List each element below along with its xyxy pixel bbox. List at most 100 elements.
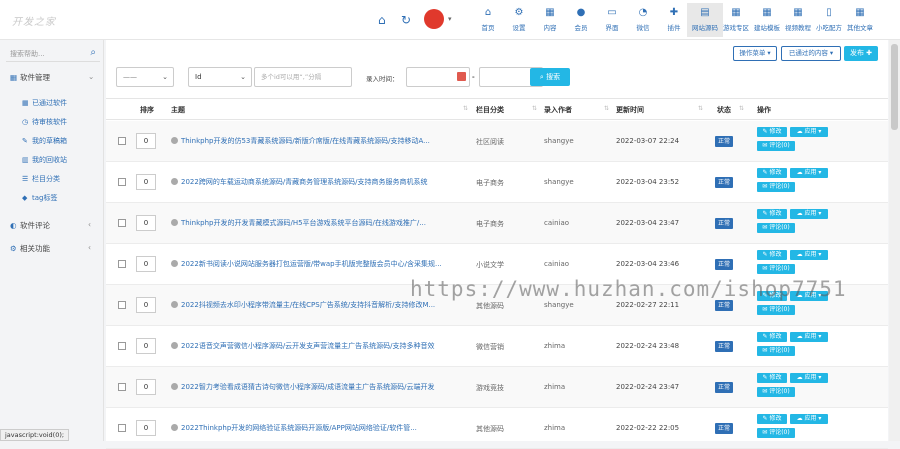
- field-select[interactable]: Id ⌄: [188, 67, 252, 87]
- col-status[interactable]: 状态: [717, 105, 731, 115]
- order-input[interactable]: 0: [136, 297, 156, 313]
- col-title[interactable]: 主题: [171, 105, 185, 115]
- refresh-icon[interactable]: ↻: [401, 13, 411, 27]
- row-author[interactable]: shangye: [544, 178, 574, 186]
- sort-icon[interactable]: ⇅: [463, 105, 468, 112]
- row-author[interactable]: shangye: [544, 137, 574, 145]
- sidebar-subitem-approved[interactable]: ▦ 已通过软件: [22, 98, 67, 108]
- status-badge[interactable]: 正常: [715, 259, 733, 270]
- search-icon[interactable]: ⌕: [90, 47, 96, 58]
- status-badge[interactable]: 正常: [715, 218, 733, 229]
- row-checkbox[interactable]: [118, 137, 126, 145]
- sidebar-subitem-category[interactable]: ☰ 栏目分类: [22, 174, 60, 184]
- vertical-scrollbar[interactable]: [889, 40, 900, 441]
- calendar-icon[interactable]: [457, 72, 466, 81]
- publish-button[interactable]: 发布 ✚: [844, 46, 878, 61]
- search-button[interactable]: ⌕ 搜索: [530, 68, 570, 86]
- home-icon[interactable]: ⌂: [378, 13, 386, 27]
- sort-icon[interactable]: ⇅: [698, 105, 703, 112]
- apply-button[interactable]: ☁ 应用 ▾: [790, 209, 828, 219]
- edit-button[interactable]: ✎ 修改: [757, 127, 787, 137]
- row-category[interactable]: 微信营销: [476, 342, 504, 352]
- row-author[interactable]: zhima: [544, 424, 565, 432]
- sidebar-subitem-trash[interactable]: ▥ 我的回收站: [22, 155, 67, 165]
- row-checkbox[interactable]: [118, 383, 126, 391]
- approved-content-button[interactable]: 已通过的内容 ▾: [781, 46, 841, 61]
- col-updated[interactable]: 更新时间: [616, 105, 644, 115]
- apply-button[interactable]: ☁ 应用 ▾: [790, 414, 828, 424]
- comment-button[interactable]: ✉ 评论(0): [757, 387, 795, 397]
- sidebar-subitem-tags[interactable]: ◆ tag标签: [22, 193, 57, 203]
- status-badge[interactable]: 正常: [715, 177, 733, 188]
- row-title[interactable]: 2022Thinkphp开发的网络验证系统源码开源版/APP网站网络验证/软件管…: [171, 424, 451, 433]
- sidebar-subitem-pending[interactable]: ◷ 待审核软件: [22, 117, 67, 127]
- sidebar-item-functions[interactable]: ⚙ 相关功能 ‹: [10, 243, 91, 254]
- edit-button[interactable]: ✎ 修改: [757, 332, 787, 342]
- order-input[interactable]: 0: [136, 215, 156, 231]
- row-category[interactable]: 小说文学: [476, 260, 504, 270]
- comment-button[interactable]: ✉ 评论(0): [757, 182, 795, 192]
- ids-input[interactable]: 多个id可以用“,”分隔: [254, 67, 352, 87]
- row-checkbox[interactable]: [118, 178, 126, 186]
- order-input[interactable]: 0: [136, 379, 156, 395]
- comment-button[interactable]: ✉ 评论(0): [757, 428, 795, 438]
- apply-button[interactable]: ☁ 应用 ▾: [790, 332, 828, 342]
- comment-button[interactable]: ✉ 评论(0): [757, 346, 795, 356]
- status-badge[interactable]: 正常: [715, 136, 733, 147]
- apply-button[interactable]: ☁ 应用 ▾: [790, 373, 828, 383]
- row-checkbox[interactable]: [118, 342, 126, 350]
- filter-select[interactable]: —— ⌄: [116, 67, 174, 87]
- apply-button[interactable]: ☁ 应用 ▾: [790, 127, 828, 137]
- row-category[interactable]: 社区阅读: [476, 137, 504, 147]
- row-category[interactable]: 其他源码: [476, 424, 504, 434]
- order-input[interactable]: 0: [136, 174, 156, 190]
- order-input[interactable]: 0: [136, 256, 156, 272]
- edit-button[interactable]: ✎ 修改: [757, 168, 787, 178]
- status-badge[interactable]: 正常: [715, 300, 733, 311]
- status-badge[interactable]: 正常: [715, 382, 733, 393]
- row-title[interactable]: 2022智力考验看成语猜古诗句微信小程序源码/成语流量主广告系统源码/云端开发: [171, 383, 451, 392]
- sidebar-subitem-drafts[interactable]: ✎ 我的草稿箱: [22, 136, 67, 146]
- row-author[interactable]: zhima: [544, 383, 565, 391]
- edit-button[interactable]: ✎ 修改: [757, 250, 787, 260]
- sort-icon[interactable]: ⇅: [604, 105, 609, 112]
- status-badge[interactable]: 正常: [715, 341, 733, 352]
- sidebar-search[interactable]: 搜索帮助... ⌕: [6, 46, 100, 62]
- row-title[interactable]: Thinkphp开发的开发青藏模式源码/H5平台游戏系统平台源码/在线游戏推广/…: [171, 219, 451, 228]
- edit-button[interactable]: ✎ 修改: [757, 209, 787, 219]
- status-badge[interactable]: 正常: [715, 423, 733, 434]
- row-checkbox[interactable]: [118, 301, 126, 309]
- row-author[interactable]: zhima: [544, 342, 565, 350]
- apply-button[interactable]: ☁ 应用 ▾: [790, 250, 828, 260]
- edit-button[interactable]: ✎ 修改: [757, 414, 787, 424]
- sidebar-item-software[interactable]: ▦ 软件管理 ⌄: [10, 72, 94, 83]
- row-checkbox[interactable]: [118, 424, 126, 432]
- nav-item-12[interactable]: ▦ 其他文章: [842, 6, 878, 32]
- sidebar-item-comments[interactable]: ◐ 软件评论 ‹: [10, 220, 91, 231]
- col-order[interactable]: 排序: [140, 105, 154, 115]
- row-category[interactable]: 其他源码: [476, 301, 504, 311]
- chevron-down-icon[interactable]: ▾: [448, 15, 452, 23]
- row-author[interactable]: cainiao: [544, 219, 569, 227]
- row-title[interactable]: 2022语音交声营微信小程序源码/云开发支声营流量主广告系统源码/支持多种音效: [171, 342, 451, 351]
- comment-button[interactable]: ✉ 评论(0): [757, 264, 795, 274]
- row-checkbox[interactable]: [118, 260, 126, 268]
- row-category[interactable]: 游戏竞技: [476, 383, 504, 393]
- apply-button[interactable]: ☁ 应用 ▾: [790, 168, 828, 178]
- row-title[interactable]: 2022新书阅读小说网站服务器打包运营版/带wap手机版完整版会员中心/含采集规…: [171, 260, 451, 269]
- scrollbar-thumb[interactable]: [891, 44, 898, 130]
- sort-icon[interactable]: ⇅: [532, 105, 537, 112]
- edit-button[interactable]: ✎ 修改: [757, 373, 787, 383]
- sort-icon[interactable]: ⇅: [739, 105, 744, 112]
- comment-button[interactable]: ✉ 评论(0): [757, 141, 795, 151]
- row-title[interactable]: 2022抖视频去水印小程序带流量主/在线CPS广告系统/支持抖音解析/支持修改M…: [171, 301, 451, 310]
- row-title[interactable]: 2022跨网的车载运动商系统源码/青藏商务管理系统源码/支持商务服务商机系统: [171, 178, 451, 187]
- row-author[interactable]: shangye: [544, 301, 574, 309]
- row-author[interactable]: cainiao: [544, 260, 569, 268]
- order-input[interactable]: 0: [136, 133, 156, 149]
- user-avatar[interactable]: [424, 9, 444, 29]
- row-checkbox[interactable]: [118, 219, 126, 227]
- order-input[interactable]: 0: [136, 338, 156, 354]
- comment-button[interactable]: ✉ 评论(0): [757, 305, 795, 315]
- comment-button[interactable]: ✉ 评论(0): [757, 223, 795, 233]
